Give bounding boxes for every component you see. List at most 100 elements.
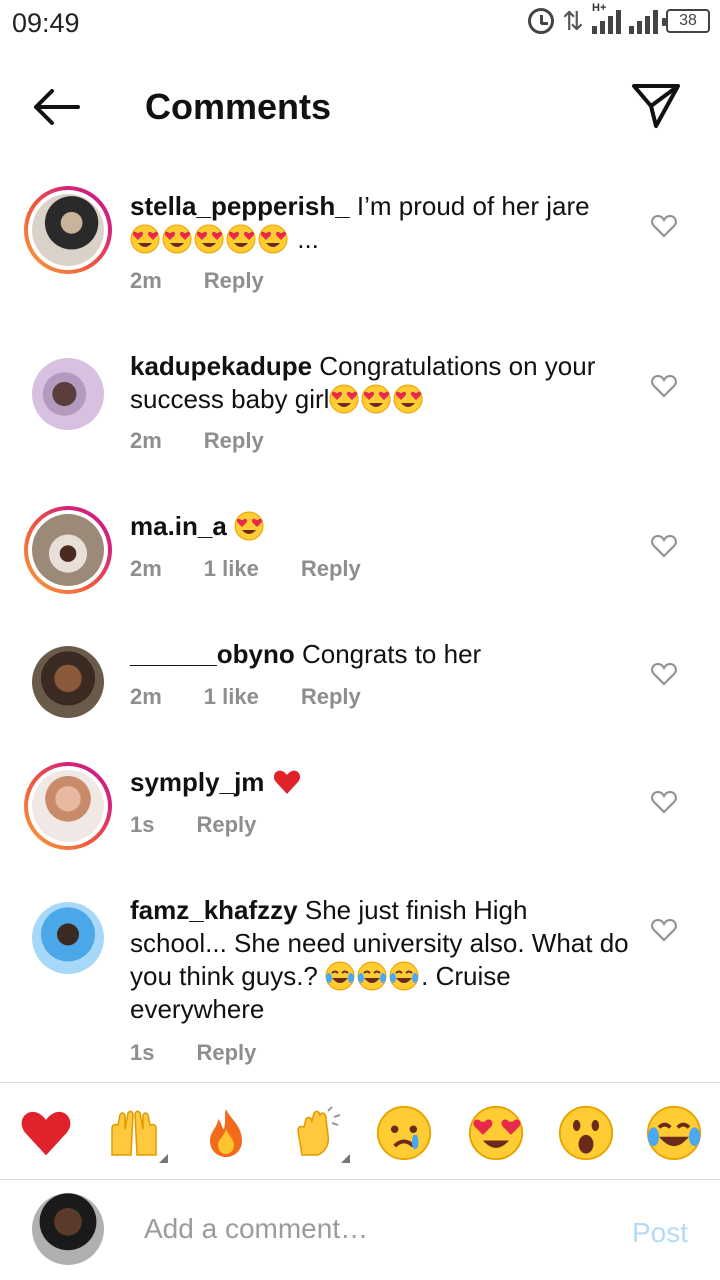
story-ring[interactable] — [24, 506, 112, 594]
reply-button[interactable]: Reply — [301, 556, 361, 582]
avatar — [32, 358, 104, 430]
heart-eyes-icon — [226, 224, 256, 254]
tears-of-joy-icon[interactable] — [646, 1105, 702, 1161]
avatar — [32, 902, 104, 974]
avatar — [32, 770, 104, 842]
comment-content: I’m proud of her jare — [356, 191, 590, 221]
reply-button[interactable]: Reply — [204, 428, 264, 454]
red-heart-icon[interactable] — [18, 1105, 74, 1161]
avatar-wrap[interactable] — [24, 350, 112, 438]
comment-text: ______obyno Congrats to her — [130, 638, 630, 671]
back-arrow-icon — [34, 89, 80, 125]
like-heart-icon[interactable] — [651, 662, 677, 686]
share-button[interactable] — [628, 78, 684, 134]
emoji-group — [130, 224, 297, 254]
status-bar: 09:49 ⇅ H+ 38 — [0, 0, 720, 50]
story-ring[interactable] — [24, 186, 112, 274]
comment-time: 1s — [130, 812, 155, 837]
avatar-wrap[interactable] — [24, 638, 112, 726]
raising-hands-icon[interactable] — [106, 1105, 168, 1163]
tears-of-joy-icon — [389, 961, 420, 991]
like-heart-icon[interactable] — [651, 374, 677, 398]
comment-composer: Post — [0, 1181, 720, 1280]
raising-hands-glyph — [111, 1110, 157, 1156]
data-transfer-icon: ⇅ — [562, 6, 584, 36]
back-button[interactable] — [28, 82, 82, 132]
reply-button[interactable]: Reply — [196, 812, 256, 838]
comment-time: 2m — [130, 428, 162, 453]
comment-meta: 2m 1 like Reply — [130, 556, 403, 582]
avatar — [32, 514, 104, 586]
clapping-glyph — [297, 1106, 341, 1156]
paper-plane-icon — [632, 84, 680, 128]
comment-text: famz_khafzzy She just finish High school… — [130, 894, 630, 1026]
emoji-group — [329, 384, 425, 414]
comment-text: ma.in_a — [130, 510, 630, 543]
comment-username[interactable]: ______obyno — [130, 639, 295, 669]
alarm-icon — [528, 8, 554, 34]
reply-button[interactable]: Reply — [196, 1040, 256, 1066]
signal-hplus-icon: H+ — [592, 2, 621, 34]
comment-meta: 1s Reply — [130, 812, 298, 838]
like-heart-icon[interactable] — [651, 790, 677, 814]
avatar — [32, 194, 104, 266]
comment-text: stella_pepperish_ I’m proud of her jare … — [130, 190, 630, 256]
heart-eyes-icon — [329, 384, 359, 414]
heart-eyes-icon — [361, 384, 391, 414]
comment-meta: 2m Reply — [130, 428, 306, 454]
heart-eyes-icon — [130, 224, 160, 254]
comment-content: Congrats to her — [301, 639, 482, 669]
reply-button[interactable]: Reply — [301, 684, 361, 710]
comment-input[interactable] — [144, 1209, 604, 1249]
comment-username[interactable]: symply_jm — [130, 767, 264, 797]
battery-level: 38 — [679, 12, 697, 29]
clapping-hands-icon[interactable] — [288, 1105, 350, 1163]
heart-eyes-icon — [258, 224, 288, 254]
like-count[interactable]: 1 like — [204, 556, 259, 582]
avatar-wrap[interactable] — [24, 894, 112, 982]
emoji-group — [234, 511, 266, 541]
comment-username[interactable]: ma.in_a — [130, 511, 227, 541]
heart-eyes-icon — [162, 224, 192, 254]
network-tag: H+ — [592, 2, 607, 14]
comment-time: 2m — [130, 556, 162, 581]
signal-icon — [629, 8, 658, 34]
fire-glyph — [210, 1109, 242, 1157]
like-heart-icon[interactable] — [651, 534, 677, 558]
quick-reactions-bar — [0, 1082, 720, 1180]
comments-list: stella_pepperish_ I’m proud of her jare … — [0, 160, 720, 1080]
crying-face-icon[interactable] — [376, 1105, 432, 1161]
like-heart-icon[interactable] — [651, 918, 677, 942]
current-user-avatar — [32, 1193, 104, 1265]
like-heart-icon[interactable] — [651, 214, 677, 238]
comment-meta: 2m Reply — [130, 268, 306, 294]
surprised-face-icon[interactable] — [558, 1105, 614, 1161]
comment-username[interactable]: kadupekadupe — [130, 351, 312, 381]
status-time: 09:49 — [12, 8, 80, 38]
red-heart-icon — [273, 770, 300, 794]
comment-time: 2m — [130, 684, 162, 709]
comment-username[interactable]: famz_khafzzy — [130, 895, 298, 925]
reply-button[interactable]: Reply — [204, 268, 264, 294]
avatar — [32, 646, 104, 718]
variant-indicator — [159, 1154, 168, 1163]
variant-indicator — [341, 1154, 350, 1163]
heart-eyes-icon — [393, 384, 423, 414]
tears-of-joy-icon — [357, 961, 388, 991]
comment-time: 2m — [130, 268, 162, 293]
fire-icon[interactable] — [198, 1105, 254, 1161]
crying-glyph — [376, 1105, 432, 1161]
story-ring[interactable] — [24, 762, 112, 850]
comment-username[interactable]: stella_pepperish_ — [130, 191, 350, 221]
like-count[interactable]: 1 like — [204, 684, 259, 710]
heart-eyes-icon[interactable] — [468, 1105, 524, 1161]
comment-text: symply_jm — [130, 766, 630, 799]
header: Comments — [0, 60, 720, 155]
comment-meta: 2m 1 like Reply — [130, 684, 403, 710]
comment-time: 1s — [130, 1040, 155, 1065]
comment-suffix: ... — [297, 224, 319, 254]
post-button[interactable]: Post — [632, 1217, 688, 1249]
heart-eyes-icon — [234, 511, 264, 541]
page-title: Comments — [145, 86, 332, 127]
comment-meta: 1s Reply — [130, 1040, 298, 1066]
